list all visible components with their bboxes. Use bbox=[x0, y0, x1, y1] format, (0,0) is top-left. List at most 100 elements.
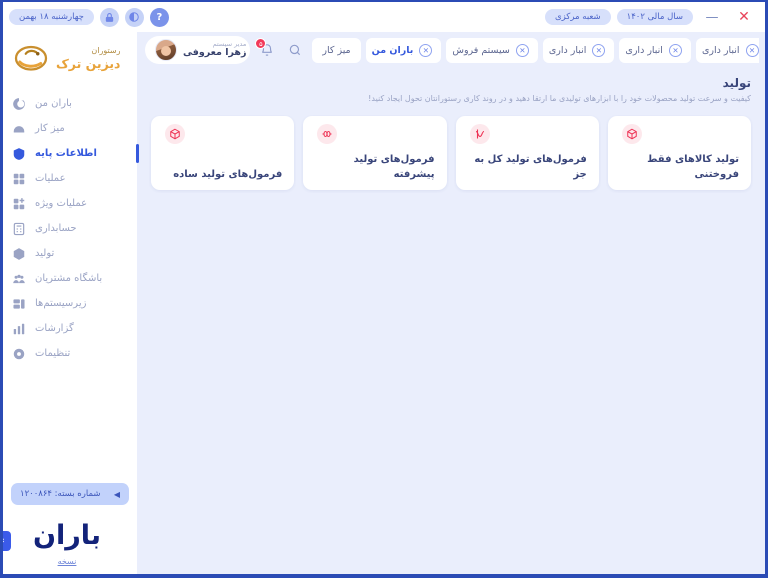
title-bar-left-group: چهارشنبه ۱۸ بهمن ? bbox=[9, 7, 169, 27]
tab-label: باران من bbox=[371, 44, 414, 56]
formula-except-icon bbox=[469, 124, 490, 144]
sidebar-collapse-button[interactable]: › bbox=[3, 531, 11, 551]
sidebar-item-label: تنظیمات bbox=[35, 348, 71, 359]
production-card-3[interactable]: تولید کالاهای فقط فروختنی bbox=[607, 116, 761, 190]
package-wrap: شماره بسته: ۱۲۰۰۸۶۴ ◀ bbox=[3, 483, 137, 511]
branch-badge[interactable]: شعبه مرکزی bbox=[544, 8, 611, 26]
sidebar-footer: › باران نسخه bbox=[3, 513, 131, 574]
user-name: زهرا معروفی bbox=[183, 47, 247, 59]
brand-top-label: رستوران bbox=[91, 46, 121, 56]
sidebar-item-label: باشگاه مشتریان bbox=[35, 273, 103, 284]
tab-label: میز کار bbox=[322, 44, 351, 56]
search-icon[interactable] bbox=[284, 39, 306, 61]
minimize-button[interactable]: — bbox=[699, 5, 725, 29]
sidebar-item-2[interactable]: اطلاعات پایه bbox=[3, 141, 139, 166]
body-row: مدیر سیستم زهرا معروفی ۵ میز کار باران م… bbox=[3, 32, 765, 574]
sidebar-item-5[interactable]: حسابداری bbox=[3, 216, 137, 241]
card-title: فرمول‌های تولید کل به جز bbox=[474, 154, 587, 180]
calculator-icon bbox=[11, 221, 26, 236]
formula-advanced-icon bbox=[317, 124, 338, 144]
sidebar-item-6[interactable]: تولید bbox=[3, 241, 137, 266]
version-link[interactable]: نسخه bbox=[58, 557, 77, 566]
tab-5[interactable]: انبار داری ✕ bbox=[695, 37, 759, 63]
tab-1[interactable]: باران من ✕ bbox=[365, 37, 442, 63]
tab-label: انبار داری bbox=[548, 44, 587, 56]
page-subtitle: کیفیت و سرعت تولید محصولات خود را با ابز… bbox=[368, 94, 751, 103]
tab-3[interactable]: انبار داری ✕ bbox=[542, 37, 615, 63]
content-area: تولید کیفیت و سرعت تولید محصولات خود را … bbox=[137, 68, 765, 574]
sidebar-item-0[interactable]: باران من bbox=[3, 91, 137, 116]
user-chip[interactable]: مدیر سیستم زهرا معروفی bbox=[145, 36, 251, 64]
sidebar-item-label: عملیات bbox=[35, 173, 66, 184]
database-icon bbox=[11, 146, 26, 161]
tab-label: سیستم فروش bbox=[452, 44, 510, 56]
tab-2[interactable]: سیستم فروش ✕ bbox=[446, 37, 538, 63]
chart-bar-icon bbox=[11, 321, 26, 336]
production-card-0[interactable]: فرمول‌های تولید ساده bbox=[151, 116, 304, 190]
card-title: فرمول‌های تولید ساده bbox=[173, 168, 283, 180]
sidebar-item-label: گزارشات bbox=[35, 323, 74, 334]
brand: رستوران دیزین ترک bbox=[3, 32, 137, 89]
page-title: تولید bbox=[722, 76, 751, 90]
app-window: چهارشنبه ۱۸ بهمن ? شعبه مرکزی سال مالی ۱… bbox=[0, 0, 768, 578]
sidebar-item-9[interactable]: گزارشات bbox=[3, 316, 137, 341]
sidebar-item-10[interactable]: تنظیمات bbox=[3, 341, 137, 366]
sidebar-item-3[interactable]: عملیات bbox=[3, 166, 137, 191]
card-grid: فرمول‌های تولید ساده فرمول‌های تولید پیشر… bbox=[151, 116, 761, 190]
package-number-label: شماره بسته: ۱۲۰۰۸۶۴ bbox=[20, 489, 101, 499]
lock-icon[interactable] bbox=[99, 7, 119, 27]
page-head: تولید کیفیت و سرعت تولید محصولات خود را … bbox=[151, 76, 751, 103]
sellable-goods-icon bbox=[621, 124, 642, 144]
tab-bar: میز کار باران من ✕ سیستم فروش ✕ انبار داری ✕ ان… bbox=[312, 37, 759, 63]
sidebar-item-label: عملیات ویژه bbox=[35, 198, 88, 209]
title-bar-right-group: شعبه مرکزی سال مالی ۱۴۰۲ — ✕ bbox=[544, 5, 757, 29]
sidebar-item-label: حسابداری bbox=[35, 223, 77, 234]
baran-icon bbox=[11, 96, 26, 111]
tab-label: انبار داری bbox=[625, 44, 663, 56]
date-badge: چهارشنبه ۱۸ بهمن bbox=[9, 8, 94, 26]
tab-0[interactable]: میز کار bbox=[312, 37, 361, 63]
desk-icon bbox=[11, 121, 26, 136]
close-button[interactable]: ✕ bbox=[731, 5, 757, 29]
sidebar-item-label: تولید bbox=[35, 248, 55, 259]
bell-icon[interactable]: ۵ bbox=[255, 38, 278, 61]
sidebar-item-4[interactable]: عملیات ویژه bbox=[3, 191, 137, 216]
tab-close-icon[interactable]: ✕ bbox=[515, 43, 529, 57]
sidebar-item-1[interactable]: میز کار bbox=[3, 116, 137, 141]
sidebar-item-label: اطلاعات پایه bbox=[35, 148, 97, 159]
main-area: مدیر سیستم زهرا معروفی ۵ میز کار باران م… bbox=[137, 32, 765, 574]
baran-logo: باران bbox=[32, 520, 102, 551]
chevron-left-icon: ◀ bbox=[113, 489, 120, 499]
top-bar: مدیر سیستم زهرا معروفی ۵ میز کار باران م… bbox=[137, 32, 765, 68]
production-card-1[interactable]: فرمول‌های تولید پیشرفته bbox=[303, 116, 456, 190]
tab-4[interactable]: انبار داری ✕ bbox=[619, 37, 691, 63]
user-names: مدیر سیستم زهرا معروفی bbox=[183, 40, 247, 59]
package-number-badge[interactable]: شماره بسته: ۱۲۰۰۸۶۴ ◀ bbox=[11, 483, 129, 505]
card-title: تولید کالاهای فقط فروختنی bbox=[647, 154, 739, 180]
tab-close-icon[interactable]: ✕ bbox=[668, 43, 682, 57]
box-icon bbox=[11, 246, 26, 261]
sidebar-item-label: باران من bbox=[35, 98, 72, 109]
theme-toggle-icon[interactable] bbox=[124, 7, 144, 27]
help-icon[interactable]: ? bbox=[149, 7, 169, 27]
sidebar: رستوران دیزین ترک باران من میز کار اطلاعات… bbox=[3, 32, 139, 574]
tab-close-icon[interactable]: ✕ bbox=[419, 43, 433, 57]
sidebar-item-8[interactable]: زیرسیستم‌ها bbox=[3, 291, 137, 316]
tab-close-icon[interactable]: ✕ bbox=[592, 43, 606, 57]
gear-icon bbox=[11, 346, 26, 361]
fiscal-year-badge[interactable]: سال مالی ۱۴۰۲ bbox=[616, 8, 693, 26]
production-card-2[interactable]: فرمول‌های تولید کل به جز bbox=[455, 116, 609, 190]
grid-icon bbox=[11, 171, 26, 186]
formula-simple-icon bbox=[165, 124, 185, 144]
sidebar-item-7[interactable]: باشگاه مشتریان bbox=[3, 266, 137, 291]
tab-label: انبار داری bbox=[701, 44, 740, 56]
sidebar-item-label: میز کار bbox=[35, 123, 65, 134]
grid-plus-icon bbox=[11, 196, 26, 211]
sidebar-menu: باران من میز کار اطلاعات پایه عملیات عملیات … bbox=[3, 89, 139, 366]
title-bar: چهارشنبه ۱۸ بهمن ? شعبه مرکزی سال مالی ۱… bbox=[3, 2, 765, 32]
users-icon bbox=[11, 271, 26, 286]
card-title: فرمول‌های تولید پیشرفته bbox=[353, 154, 435, 180]
sidebar-item-label: زیرسیستم‌ها bbox=[35, 298, 87, 309]
tab-close-icon[interactable]: ✕ bbox=[745, 43, 759, 57]
